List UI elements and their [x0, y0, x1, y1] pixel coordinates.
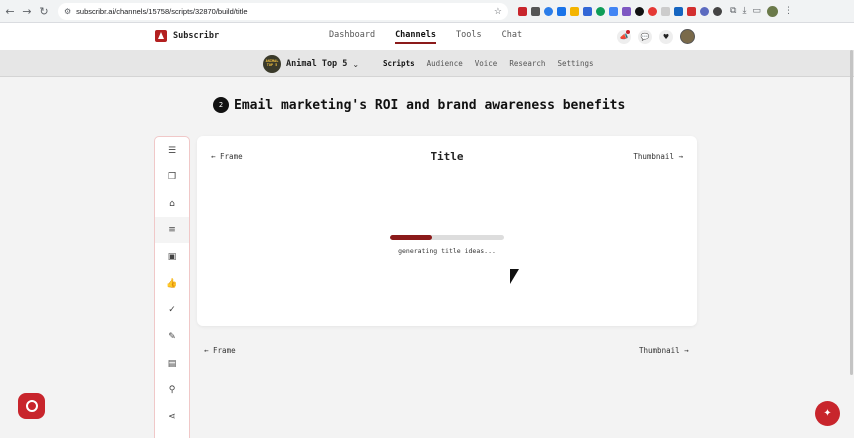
notification-dot — [626, 29, 630, 34]
channel-name: Animal Top 5 — [286, 59, 348, 69]
tab-research[interactable]: Research — [509, 59, 545, 68]
address-bar[interactable]: ⚙ subscribr.ai/channels/15758/scripts/32… — [58, 2, 508, 20]
help-chat-button[interactable] — [18, 393, 45, 419]
extension-icon[interactable] — [596, 6, 605, 16]
extension-icon[interactable] — [609, 6, 618, 16]
progress-fill — [390, 235, 433, 240]
url-text[interactable]: subscribr.ai/channels/15758/scripts/3287… — [76, 7, 494, 16]
reload-icon[interactable]: ↻ — [36, 3, 52, 19]
extension-icon[interactable] — [570, 6, 579, 16]
page-title: 2 Email marketing's ROI and brand awaren… — [213, 97, 625, 113]
pen-icon[interactable]: ✎ — [155, 324, 189, 350]
extension-icon[interactable] — [635, 6, 644, 16]
image-icon[interactable]: ▣ — [155, 244, 189, 270]
tab-scripts[interactable]: Scripts — [383, 59, 415, 68]
app-header: Subscribr Dashboard Channels Tools Chat … — [0, 23, 854, 50]
browser-chrome: ← → ↻ ⚙ subscribr.ai/channels/15758/scri… — [0, 0, 854, 23]
browser-actions: ⧉ ⤓ ▭ ⋮ — [730, 5, 793, 17]
user-avatar[interactable] — [680, 29, 695, 44]
channel-switcher[interactable]: ANIMAL TOP 5 Animal Top 5 ⌄ — [263, 55, 359, 73]
script-title: Email marketing's ROI and brand awarenes… — [234, 97, 626, 113]
header-actions: 📣 💬 ♥ — [617, 29, 695, 44]
extension-icon[interactable] — [544, 6, 553, 16]
share-icon[interactable]: ⋖ — [155, 404, 189, 430]
split-icon[interactable]: ▭ — [752, 6, 761, 16]
app-logo[interactable]: Subscribr — [155, 30, 219, 42]
chat-bubble-icon[interactable]: 💬 — [638, 29, 652, 44]
bottom-prev-link[interactable]: ← Frame — [204, 346, 236, 355]
sparkle-icon: ✦ — [823, 408, 832, 419]
document-icon[interactable]: ▤ — [155, 351, 189, 377]
check-circle-icon[interactable]: ✓ — [155, 297, 189, 323]
page-scrollbar[interactable] — [850, 50, 853, 375]
extension-icon[interactable] — [700, 6, 709, 16]
heart-icon[interactable]: ♥ — [659, 29, 673, 44]
sliders-icon[interactable]: ☰ — [155, 138, 189, 164]
ai-assistant-button[interactable]: ✦ — [815, 401, 840, 426]
nav-dashboard[interactable]: Dashboard — [329, 30, 375, 44]
site-info-icon[interactable]: ⚙ — [64, 7, 71, 16]
tab-audience[interactable]: Audience — [427, 59, 463, 68]
chat-help-icon — [25, 400, 38, 412]
extension-icon[interactable] — [531, 6, 540, 16]
profile-avatar[interactable] — [766, 5, 778, 17]
extension-icon[interactable] — [583, 6, 592, 16]
app-name: Subscribr — [173, 31, 220, 41]
bottom-next-link[interactable]: Thumbnail → — [639, 346, 689, 355]
extension-icon[interactable] — [557, 6, 566, 16]
extensions-bar — [518, 6, 722, 16]
extension-icon[interactable] — [661, 6, 670, 16]
extension-icon[interactable] — [518, 6, 527, 16]
thumbs-up-icon[interactable]: 👍 — [155, 271, 189, 297]
nav-chat[interactable]: Chat — [502, 30, 522, 44]
builder-toolbar: ☰ ❒ ⌂ ≡ ▣ 👍 ✓ ✎ ▤ ⚲ ⋖ — [154, 136, 190, 438]
nav-channels[interactable]: Channels — [395, 30, 437, 44]
extension-icon[interactable] — [713, 6, 722, 16]
title-builder-card: ← Frame Title Thumbnail → generating tit… — [197, 136, 697, 326]
channel-subnav: ANIMAL TOP 5 Animal Top 5 ⌄ Scripts Audi… — [0, 50, 854, 77]
step-heading: Title — [430, 150, 464, 163]
channel-avatar: ANIMAL TOP 5 — [263, 55, 281, 73]
progress-bar — [390, 235, 504, 240]
channel-tabs: Scripts Audience Voice Research Settings — [383, 59, 594, 68]
extension-icon[interactable] — [687, 6, 696, 16]
puzzle-icon[interactable]: ⧉ — [730, 6, 736, 16]
book-icon[interactable]: ❒ — [155, 164, 189, 190]
extension-icon[interactable] — [622, 6, 631, 16]
browser-nav: ← → ↻ — [2, 3, 52, 19]
subscribr-logo-icon — [155, 30, 167, 42]
forward-icon[interactable]: → — [19, 3, 35, 19]
nav-tools[interactable]: Tools — [456, 30, 482, 44]
tab-voice[interactable]: Voice — [475, 59, 498, 68]
main-nav: Dashboard Channels Tools Chat — [329, 30, 522, 44]
download-icon[interactable]: ⤓ — [742, 6, 746, 16]
extension-icon[interactable] — [674, 6, 683, 16]
next-step-link[interactable]: Thumbnail → — [633, 152, 683, 161]
extension-icon[interactable] — [648, 6, 657, 16]
back-icon[interactable]: ← — [2, 3, 18, 19]
step-badge: 2 — [213, 97, 229, 113]
bookmark-star-icon[interactable]: ☆ — [494, 6, 502, 17]
chevron-down-icon: ⌄ — [352, 59, 360, 69]
map-icon[interactable]: ⌂ — [155, 191, 189, 217]
mouse-cursor — [510, 269, 519, 284]
search-icon[interactable]: ⚲ — [155, 377, 189, 403]
list-icon[interactable]: ≡ — [155, 217, 189, 243]
progress-status: generating title ideas... — [398, 247, 496, 255]
megaphone-icon[interactable]: 📣 — [617, 29, 631, 44]
kebab-menu-icon[interactable]: ⋮ — [784, 6, 793, 16]
tab-settings[interactable]: Settings — [557, 59, 593, 68]
